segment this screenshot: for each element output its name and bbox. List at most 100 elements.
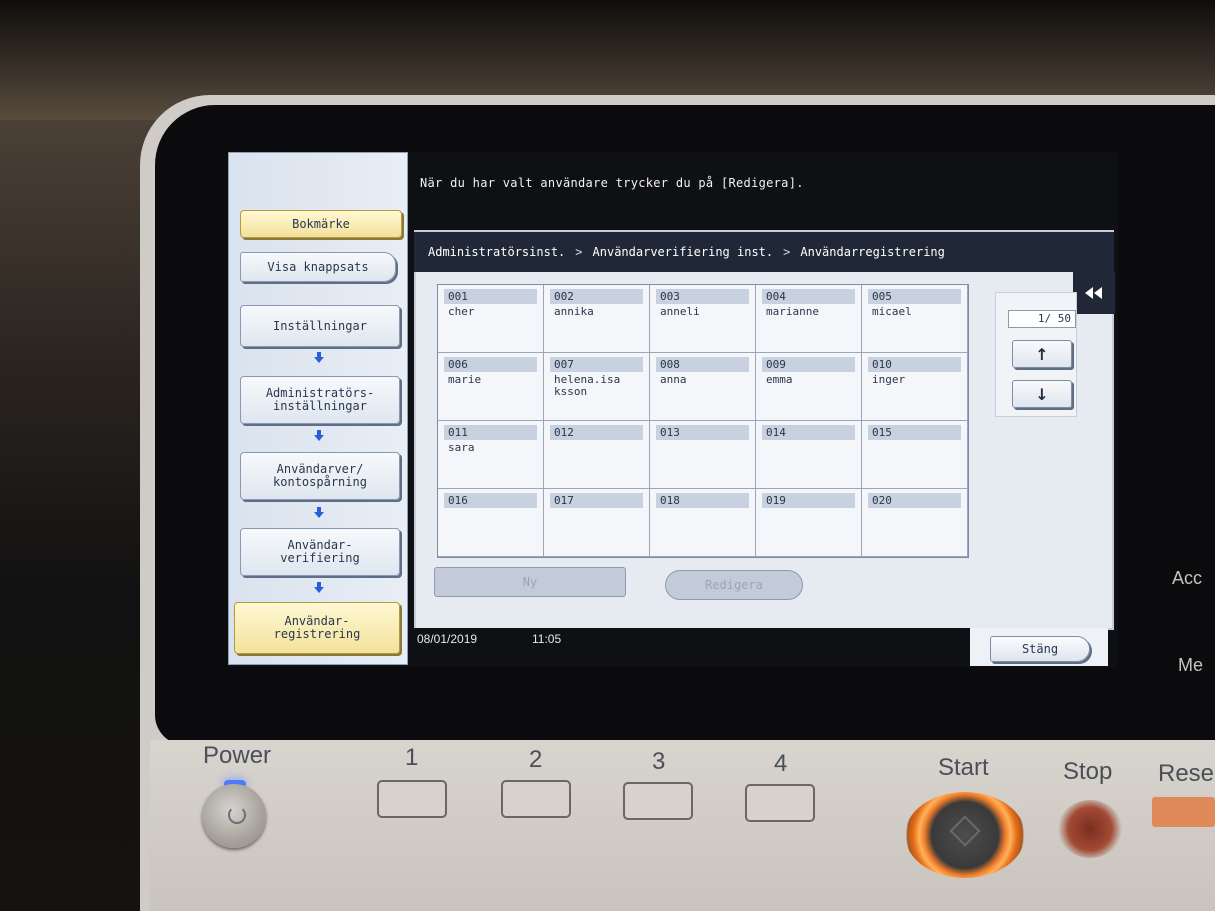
user-name: emma (766, 373, 793, 386)
user-number: 006 (444, 357, 537, 372)
user-name: micael (872, 305, 912, 318)
key-2-button[interactable] (501, 780, 571, 818)
user-number: 011 (444, 425, 537, 440)
user-cell[interactable]: 018 (650, 489, 756, 557)
nav-step-label: Användar- verifiering (280, 538, 360, 565)
control-panel (150, 740, 1215, 911)
user-name: marie (448, 373, 482, 386)
user-number: 001 (444, 289, 537, 304)
nav-step-user-registration[interactable]: Användar- registrering (234, 602, 400, 654)
page-indicator: 1/ 50 (1008, 310, 1076, 328)
user-cell[interactable]: 007 helena.isa ksson (544, 353, 650, 421)
reset-label: Rese (1158, 760, 1215, 787)
user-cell[interactable]: 010 inger (862, 353, 968, 421)
user-cell[interactable]: 009 emma (756, 353, 862, 421)
breadcrumb-separator: > (575, 245, 583, 259)
status-bar (414, 628, 970, 658)
key-3-button[interactable] (623, 782, 693, 820)
nav-step-label: Administratörs- inställningar (265, 386, 375, 413)
nav-step-label: Användarver/ kontospårning (273, 462, 367, 489)
arrow-up-icon: ↑ (1035, 344, 1049, 364)
edit-button[interactable]: Redigera (665, 570, 803, 600)
user-number: 014 (762, 425, 855, 440)
user-cell[interactable]: 004 marianne (756, 285, 862, 353)
user-cell[interactable]: 015 (862, 421, 968, 489)
user-name (438, 508, 543, 512)
user-cell[interactable]: 011 sara (438, 421, 544, 489)
user-cell[interactable]: 019 (756, 489, 862, 557)
user-cell[interactable]: 008 anna (650, 353, 756, 421)
user-number: 012 (550, 425, 643, 440)
user-name: helena.isa ksson (554, 373, 621, 398)
user-name: cher (448, 305, 475, 318)
status-date: 08/01/2019 (417, 632, 478, 646)
user-cell[interactable]: 017 (544, 489, 650, 557)
key-label: 2 (529, 746, 543, 773)
arrow-down-icon (314, 507, 324, 519)
user-name (544, 440, 649, 444)
close-button[interactable]: Stäng (990, 636, 1090, 662)
user-number: 015 (868, 425, 961, 440)
user-number: 016 (444, 493, 537, 508)
nav-step-user-account-tracking[interactable]: Användarver/ kontospårning (240, 452, 400, 500)
user-number: 007 (550, 357, 643, 372)
reset-button[interactable] (1152, 797, 1215, 827)
breadcrumb-item-current: Användarregistrering (800, 245, 945, 259)
user-number: 002 (550, 289, 643, 304)
breadcrumb-item: Användarverifiering inst. (592, 245, 774, 259)
user-grid: 001 cher 002 annika 003 anneli 004 marianne 005 m… (437, 284, 969, 558)
double-left-arrow-icon (1085, 287, 1102, 299)
user-cell[interactable]: 012 (544, 421, 650, 489)
right-edge-label: Acc (1172, 568, 1203, 588)
key-label: 3 (652, 748, 666, 775)
user-number: 013 (656, 425, 749, 440)
show-keypad-button[interactable]: Visa knappsats (240, 252, 396, 282)
collapse-button[interactable] (1073, 272, 1115, 314)
key-1-button[interactable] (377, 780, 447, 818)
user-name: marianne (766, 305, 819, 318)
user-cell[interactable]: 020 (862, 489, 968, 557)
nav-step-admin-settings[interactable]: Administratörs- inställningar (240, 376, 400, 424)
user-cell[interactable]: 016 (438, 489, 544, 557)
user-number: 004 (762, 289, 855, 304)
user-name: anna (660, 373, 687, 386)
instruction-text: När du har valt användare trycker du på … (420, 176, 804, 190)
user-cell[interactable]: 014 (756, 421, 862, 489)
nav-step-user-verification[interactable]: Användar- verifiering (240, 528, 400, 576)
stop-label: Stop (1063, 758, 1113, 785)
user-cell[interactable]: 002 annika (544, 285, 650, 353)
user-name (650, 508, 755, 512)
user-cell[interactable]: 001 cher (438, 285, 544, 353)
user-cell[interactable]: 013 (650, 421, 756, 489)
user-name (756, 508, 861, 512)
user-number: 017 (550, 493, 643, 508)
key-label: 4 (774, 750, 788, 777)
stop-button[interactable] (1058, 800, 1122, 858)
arrow-down-icon (314, 352, 324, 364)
breadcrumb: Administratörsinst. > Användarverifierin… (414, 232, 1114, 272)
user-name: annika (554, 305, 594, 318)
arrow-down-icon: ↓ (1035, 384, 1049, 404)
user-cell[interactable]: 003 anneli (650, 285, 756, 353)
new-button[interactable]: Ny (434, 567, 626, 597)
user-number: 019 (762, 493, 855, 508)
nav-step-label: Användar- registrering (273, 614, 361, 641)
user-number: 020 (868, 493, 961, 508)
user-cell[interactable]: 006 marie (438, 353, 544, 421)
user-name (756, 440, 861, 444)
page-up-button[interactable]: ↑ (1012, 340, 1072, 368)
user-name: inger (872, 373, 906, 386)
arrow-down-icon (314, 430, 324, 442)
user-number: 018 (656, 493, 749, 508)
page-down-button[interactable]: ↓ (1012, 380, 1072, 408)
bookmark-button[interactable]: Bokmärke (240, 210, 402, 238)
arrow-down-icon (314, 582, 324, 594)
user-name (862, 440, 967, 444)
user-name (862, 508, 967, 512)
nav-step-settings[interactable]: Inställningar (240, 305, 400, 347)
key-4-button[interactable] (745, 784, 815, 822)
power-label: Power (203, 742, 272, 769)
key-label: 1 (405, 744, 419, 771)
start-label: Start (938, 754, 989, 781)
user-cell[interactable]: 005 micael (862, 285, 968, 353)
